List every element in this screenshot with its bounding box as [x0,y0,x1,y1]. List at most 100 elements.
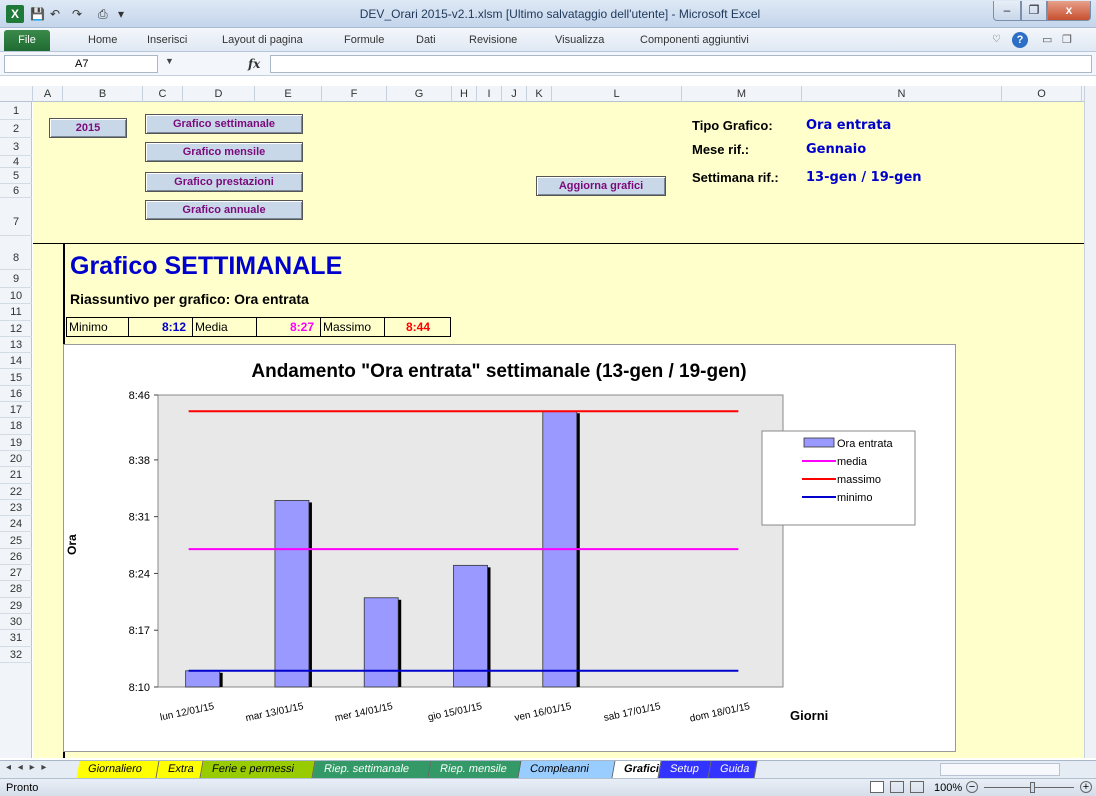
row-header[interactable]: 16 [0,386,32,403]
sheet-tab[interactable]: Grafici [612,761,662,778]
excel-app-icon[interactable]: X [6,5,24,23]
row-header[interactable]: 13 [0,337,32,354]
row-header[interactable]: 2 [0,120,32,138]
row-header[interactable]: 1 [0,102,32,120]
column-header[interactable]: M [682,86,802,102]
row-header[interactable]: 8 [0,236,32,270]
tab-data[interactable]: Dati [416,34,436,46]
column-header[interactable]: J [502,86,527,102]
sheet-tab[interactable]: Extra [156,761,204,778]
row-header[interactable]: 15 [0,370,32,386]
page-layout-view-icon[interactable] [890,781,904,793]
column-header[interactable]: O [1002,86,1082,102]
save-icon[interactable]: 💾 [30,7,45,21]
row-header[interactable]: 28 [0,581,32,598]
column-header[interactable]: I [477,86,502,102]
column-header[interactable]: E [255,86,322,102]
tab-formulas[interactable]: Formule [344,34,384,46]
row-header[interactable]: 30 [0,614,32,631]
column-header[interactable]: F [322,86,387,102]
row-header[interactable]: 32 [0,647,32,663]
column-header[interactable]: B [63,86,143,102]
name-box-dropdown-icon[interactable]: ▼ [165,56,174,66]
row-header[interactable]: 19 [0,435,32,451]
minimize-button[interactable]: – [993,1,1021,21]
zoom-level[interactable]: 100% [934,782,962,794]
sheet-tab[interactable]: Riep. mensile [428,761,522,778]
services-chart-button[interactable]: Grafico prestazioni [145,172,303,192]
update-charts-button[interactable]: Aggiorna grafici [536,176,666,196]
sheet-tab[interactable]: Compleanni [518,761,616,778]
print-preview-icon[interactable]: ⎙ [98,7,108,21]
annual-chart-button[interactable]: Grafico annuale [145,200,303,220]
tab-view[interactable]: Visualizza [555,34,604,46]
select-all-corner[interactable] [0,86,33,102]
zoom-slider-thumb[interactable] [1030,782,1035,793]
close-button[interactable]: x [1047,1,1091,21]
formula-input[interactable] [270,55,1092,73]
sheet-tab[interactable]: Setup [658,761,712,778]
tab-review[interactable]: Revisione [469,34,517,46]
restore-workbook-icon[interactable]: ▭ [1042,33,1052,46]
column-header[interactable]: N [802,86,1002,102]
row-header[interactable]: 20 [0,451,32,468]
row-header[interactable]: 22 [0,484,32,500]
row-header[interactable]: 31 [0,630,32,647]
row-header[interactable]: 4 [0,156,32,168]
row-header[interactable]: 25 [0,533,32,549]
zoom-slider[interactable] [984,787,1074,788]
maximize-button[interactable]: ❐ [1021,1,1047,21]
sheet-tab[interactable]: Ferie e permessi [200,761,316,778]
column-header[interactable]: G [387,86,452,102]
redo-icon[interactable]: ↷ [72,7,82,21]
row-header[interactable]: 23 [0,500,32,517]
sheet-tab[interactable]: Guida [708,761,758,778]
vertical-scrollbar[interactable] [1084,86,1096,758]
zoom-out-icon[interactable]: − [966,781,978,793]
column-header[interactable]: K [527,86,552,102]
tab-addins[interactable]: Componenti aggiuntivi [640,34,749,46]
insert-function-icon[interactable]: fx [248,57,260,71]
normal-view-icon[interactable] [870,781,884,793]
column-header[interactable]: C [143,86,183,102]
sheet-tab[interactable]: Riep. settimanale [312,761,432,778]
row-header[interactable]: 21 [0,467,32,484]
row-header[interactable]: 6 [0,184,32,198]
row-header[interactable]: 10 [0,288,32,305]
column-header[interactable]: H [452,86,477,102]
row-header[interactable]: 26 [0,549,32,566]
column-header[interactable]: L [552,86,682,102]
row-header[interactable]: 18 [0,418,32,435]
weekly-chart[interactable]: Andamento "Ora entrata" settimanale (13-… [63,344,956,752]
column-header[interactable]: D [183,86,255,102]
row-header[interactable]: 24 [0,516,32,533]
row-header[interactable]: 29 [0,598,32,614]
year-button[interactable]: 2015 [49,118,127,138]
row-header[interactable]: 12 [0,321,32,337]
row-header[interactable]: 14 [0,353,32,370]
tab-page-layout[interactable]: Layout di pagina [222,34,303,46]
name-box[interactable]: A7 [4,55,158,73]
customize-qat-icon[interactable]: ▾ [118,7,124,21]
ribbon-collapse-icon[interactable]: ♡ [992,34,1001,45]
horizontal-scrollbar[interactable] [940,763,1060,776]
tab-nav-icons[interactable]: ◂ ◂ ▸ ▸ [6,762,48,773]
row-header[interactable]: 11 [0,304,32,321]
row-header[interactable]: 9 [0,270,32,288]
tab-file[interactable]: File [4,30,50,51]
monthly-chart-button[interactable]: Grafico mensile [145,142,303,162]
row-header[interactable]: 27 [0,565,32,582]
weekly-chart-button[interactable]: Grafico settimanale [145,114,303,134]
workbook-window-icon[interactable]: ❐ [1062,33,1072,46]
page-break-view-icon[interactable] [910,781,924,793]
undo-icon[interactable]: ↶ [50,7,60,21]
row-header[interactable]: 7 [0,198,32,236]
tab-home[interactable]: Home [88,34,117,46]
sheet-tab[interactable]: Giornaliero [76,761,160,778]
zoom-in-icon[interactable]: + [1080,781,1092,793]
row-header[interactable]: 5 [0,168,32,184]
row-header[interactable]: 3 [0,138,32,156]
column-header[interactable]: A [33,86,63,102]
row-header[interactable]: 17 [0,402,32,419]
help-icon[interactable]: ? [1012,32,1028,48]
